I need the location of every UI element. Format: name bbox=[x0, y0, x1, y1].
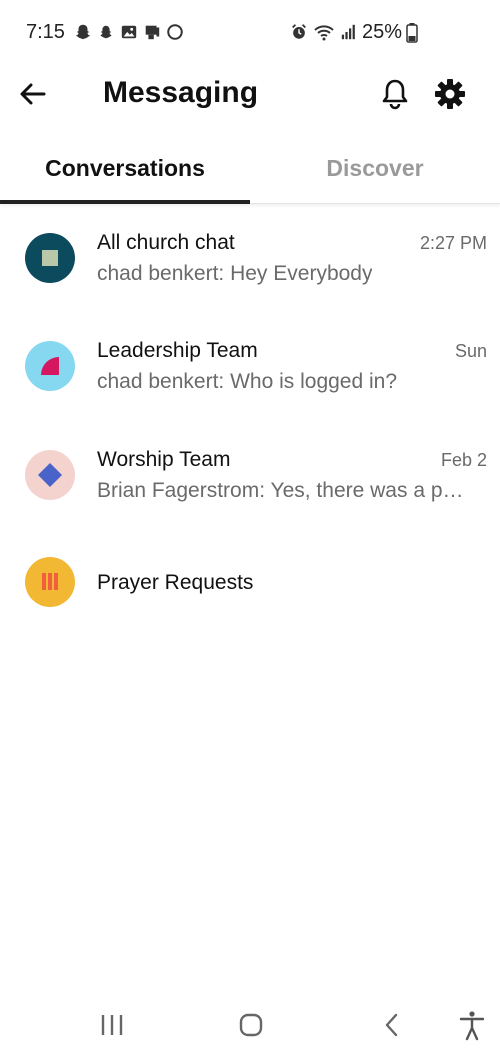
status-bar: 7:15 25% bbox=[0, 0, 500, 66]
status-system-icons bbox=[290, 22, 358, 42]
snapchat-icon bbox=[100, 25, 112, 39]
signal-icon bbox=[341, 24, 355, 40]
conversation-preview: Brian Fagerstrom: Yes, there was a probl… bbox=[97, 479, 470, 502]
app-bar: Messaging bbox=[0, 66, 500, 122]
avatar bbox=[25, 450, 75, 500]
tab-conversations[interactable]: Conversations bbox=[0, 140, 250, 204]
nav-back-button[interactable] bbox=[372, 1005, 412, 1045]
conversation-item[interactable]: All church chat chad benkert: Hey Everyb… bbox=[0, 205, 500, 305]
conversation-item[interactable]: Leadership Team chad benkert: Who is log… bbox=[0, 313, 500, 413]
back-icon bbox=[385, 1013, 398, 1037]
conversation-time: 2:27 PM bbox=[419, 233, 487, 253]
gallery-icon bbox=[121, 25, 137, 39]
status-notification-icons bbox=[74, 22, 184, 42]
square-icon bbox=[42, 250, 58, 266]
avatar bbox=[25, 557, 75, 607]
battery-icon bbox=[406, 23, 418, 43]
wifi-icon bbox=[314, 25, 334, 41]
status-time: 7:15 bbox=[26, 21, 65, 43]
arrow-left-icon bbox=[20, 83, 46, 105]
conversation-item[interactable]: Prayer Requests bbox=[0, 531, 500, 631]
conversation-time: Feb 2 bbox=[440, 450, 487, 470]
system-nav-bar bbox=[0, 995, 500, 1055]
back-button[interactable] bbox=[16, 78, 50, 110]
device-icon bbox=[145, 25, 160, 40]
accessibility-icon bbox=[459, 1011, 485, 1041]
accessibility-button[interactable] bbox=[452, 1005, 492, 1045]
quarter-circle-icon bbox=[41, 357, 59, 375]
snapchat-icon bbox=[75, 24, 91, 40]
active-tab-indicator bbox=[0, 200, 250, 204]
recents-button[interactable] bbox=[92, 1005, 132, 1045]
conversation-preview: chad benkert: Hey Everybody bbox=[97, 262, 373, 285]
conversation-name: All church chat bbox=[97, 231, 235, 254]
home-icon bbox=[239, 1013, 263, 1037]
conversation-name: Prayer Requests bbox=[97, 571, 254, 594]
circle-icon bbox=[167, 24, 183, 40]
page-title: Messaging bbox=[103, 76, 259, 109]
gear-icon bbox=[435, 79, 465, 109]
conversation-preview: chad benkert: Who is logged in? bbox=[97, 370, 398, 393]
recents-icon bbox=[101, 1015, 123, 1035]
alarm-icon bbox=[292, 24, 306, 39]
conversation-name: Worship Team bbox=[97, 448, 231, 471]
settings-button[interactable] bbox=[432, 76, 468, 112]
bars-icon bbox=[42, 573, 58, 590]
home-button[interactable] bbox=[231, 1005, 271, 1045]
tab-discover[interactable]: Discover bbox=[250, 140, 500, 204]
avatar bbox=[25, 233, 75, 283]
tab-bar: Conversations Discover bbox=[0, 140, 500, 204]
conversation-item[interactable]: Worship Team Brian Fagerstrom: Yes, ther… bbox=[0, 422, 500, 522]
battery-percent: 25% bbox=[361, 21, 402, 43]
conversation-name: Leadership Team bbox=[97, 339, 258, 362]
avatar bbox=[25, 341, 75, 391]
diamond-icon bbox=[38, 463, 62, 487]
bell-icon bbox=[382, 79, 408, 110]
conversation-time: Sun bbox=[454, 341, 487, 361]
notifications-button[interactable] bbox=[378, 76, 412, 112]
